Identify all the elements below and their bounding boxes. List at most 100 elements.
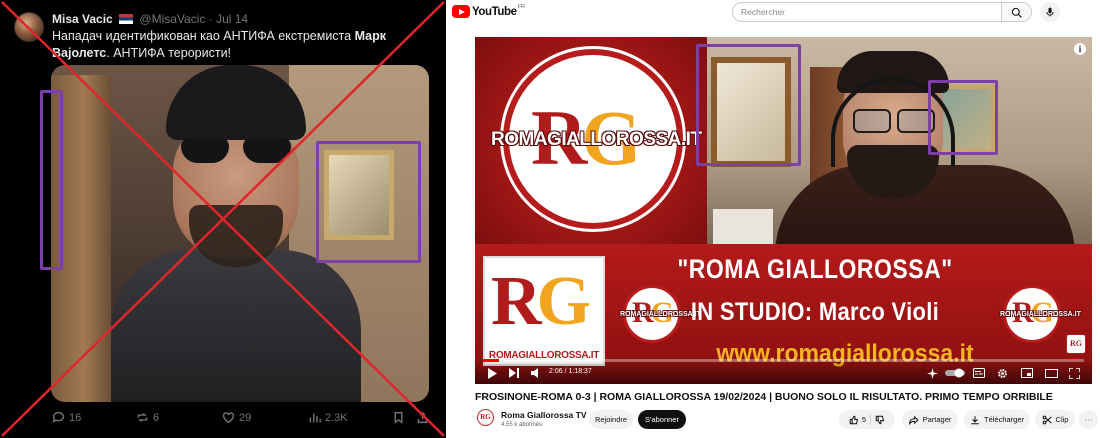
autoplay-sparkle-button[interactable]	[927, 367, 938, 379]
search-input[interactable]: Rechercher	[732, 2, 1002, 22]
more-label: ···	[1084, 415, 1093, 424]
author-handle[interactable]: @MisaVacic	[139, 12, 205, 26]
more-actions-button[interactable]: ···	[1079, 410, 1098, 429]
autoplay-toggle[interactable]	[945, 367, 965, 379]
author-avatar[interactable]	[14, 12, 44, 42]
bookmark-icon	[394, 411, 403, 424]
play-button[interactable]	[487, 367, 497, 379]
download-icon	[971, 415, 979, 424]
tweet-header: Misa Vacic @MisaVacic · Jul 14	[52, 12, 248, 26]
search-placeholder: Rechercher	[741, 7, 785, 17]
rg-square-logo: RG ROMAGIALLOROSSA.IT	[483, 256, 605, 366]
tweet-text: Нападач идентификован као АНТИФА екстрем…	[52, 28, 432, 62]
clip-button[interactable]: Clip	[1035, 410, 1075, 429]
search-icon	[1011, 7, 1022, 18]
serbian-flag-icon	[119, 14, 134, 24]
sparkle-icon	[927, 367, 938, 379]
thumbs-down-icon[interactable]	[875, 415, 885, 425]
share-button[interactable]	[416, 411, 429, 424]
volume-icon	[531, 368, 538, 378]
share-icon	[417, 411, 428, 424]
subscribe-button[interactable]: S'abonner	[638, 410, 686, 429]
scissors-icon	[1042, 415, 1052, 424]
skip-next-icon	[509, 368, 519, 378]
theater-mode-button[interactable]	[1045, 367, 1058, 379]
like-divider	[870, 414, 872, 425]
like-count-yt: 5	[861, 415, 867, 424]
clip-label: Clip	[1055, 415, 1069, 424]
reply-count: 16	[69, 411, 82, 424]
rg-logo-wordmark: ROMAGIALLOROSSA.IT	[491, 129, 702, 150]
youtube-wordmark: YouTube	[472, 5, 517, 18]
gear-icon	[998, 368, 1007, 378]
video-title: FROSINONE-ROMA 0-3 | ROMA GIALLOROSSA 19…	[475, 391, 1053, 403]
person-beanie	[166, 65, 306, 140]
highlight-box-painting	[928, 80, 998, 155]
download-label: Télécharger	[983, 415, 1025, 424]
like-button[interactable]: 29	[222, 411, 251, 424]
subscribe-label: S'abonner	[645, 415, 679, 424]
settings-button[interactable]	[997, 367, 1008, 379]
volume-button[interactable]	[531, 367, 541, 379]
video-time: 2:06 / 1:18:37	[549, 368, 592, 375]
person-sunglasses	[181, 137, 291, 165]
youtube-logo[interactable]: YouTube FR	[452, 4, 525, 18]
next-button[interactable]	[509, 367, 519, 379]
download-button[interactable]: Télécharger	[964, 410, 1030, 429]
channel-watermark[interactable]: RG	[1066, 334, 1086, 354]
reply-icon	[52, 411, 65, 424]
youtube-play-icon	[452, 5, 470, 18]
info-icon[interactable]: i	[1074, 43, 1086, 55]
heart-icon	[222, 412, 235, 424]
like-dislike-group: 5	[839, 410, 895, 429]
views-chart-icon	[309, 413, 321, 423]
tweet-text-part1: Нападач идентификован као АНТИФА екстрем…	[52, 29, 355, 43]
like-button-yt[interactable]: 5	[849, 415, 866, 425]
progress-fill	[483, 359, 500, 362]
highlight-box-picture	[316, 141, 421, 263]
progress-bar[interactable]	[483, 359, 1084, 362]
tweet-date[interactable]: Jul 14	[216, 12, 248, 26]
like-count: 29	[239, 411, 252, 424]
play-icon	[488, 367, 497, 379]
repost-icon	[137, 412, 148, 423]
author-name[interactable]: Misa Vacic	[52, 12, 113, 26]
bookmark-button[interactable]	[392, 411, 405, 424]
room-cabinet	[713, 209, 773, 247]
share-button-yt[interactable]: Partager	[902, 410, 958, 429]
view-count: 2.3K	[325, 411, 348, 424]
rg-square-monogram: RG	[491, 263, 591, 340]
highlight-box-door	[40, 90, 63, 270]
fullscreen-icon	[1069, 367, 1080, 379]
join-label: Rejoindre	[594, 415, 628, 424]
header-separator: ·	[208, 12, 213, 26]
subtitles-icon	[973, 368, 985, 378]
banner-line-1: "ROMA GIALLOROSSA"	[677, 253, 953, 284]
search-button[interactable]	[1002, 2, 1032, 22]
repost-button[interactable]: 6	[136, 411, 159, 424]
thumbs-up-icon	[849, 415, 858, 424]
voice-search-button[interactable]	[1040, 2, 1060, 22]
youtube-page: YouTube FR Rechercher RG ROMAGIALLOROSSA…	[446, 0, 1100, 438]
reply-button[interactable]: 16	[52, 411, 81, 424]
join-button[interactable]: Rejoindre	[589, 410, 633, 429]
toggle-icon	[945, 368, 965, 378]
microphone-icon	[1046, 7, 1054, 17]
views-button[interactable]: 2.3K	[308, 411, 348, 424]
subscriber-count: 4,55 k abonnés	[501, 422, 543, 428]
tweet-text-part2: . АНТИФА терористи!	[106, 46, 232, 60]
tweet-actions: 16 6 29 2.3K	[52, 411, 432, 429]
share-arrow-icon	[908, 415, 919, 425]
highlight-box-frame	[696, 44, 801, 166]
banner-line-2: IN STUDIO: Marco Violi	[690, 297, 940, 326]
miniplayer-icon	[1021, 368, 1033, 378]
channel-name[interactable]: Roma Giallorossa TV	[501, 410, 587, 420]
fullscreen-button[interactable]	[1069, 367, 1080, 379]
miniplayer-button[interactable]	[1021, 367, 1033, 379]
subtitles-button[interactable]	[973, 367, 985, 379]
repost-count: 6	[153, 411, 160, 424]
share-label: Partager	[922, 415, 952, 424]
theater-icon	[1045, 368, 1058, 378]
person-jacket	[111, 250, 361, 402]
channel-avatar[interactable]: RG	[477, 409, 494, 426]
